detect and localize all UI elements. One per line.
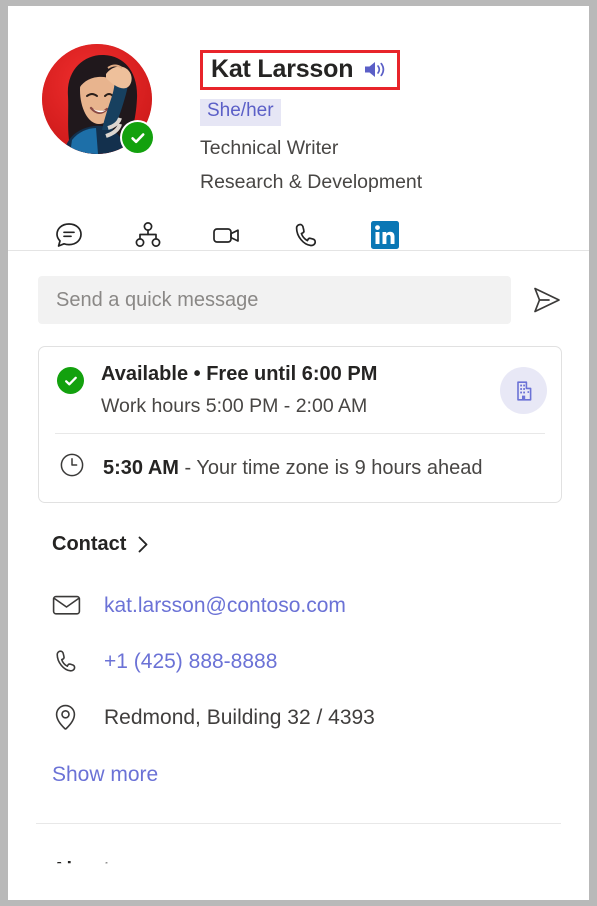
availability-text: Available • Free until 6:00 PM Work hour… [101, 363, 500, 417]
next-section-peek: About [8, 860, 589, 874]
contact-title: Contact [52, 533, 127, 556]
availability-status: Available • Free until 6:00 PM [101, 363, 378, 385]
name-annotation-highlight: Kat Larsson [200, 50, 401, 90]
quick-message-row [8, 251, 589, 324]
chat-icon[interactable] [52, 218, 86, 252]
timezone-note: - Your time zone is 9 hours ahead [178, 456, 483, 479]
clock-icon [58, 451, 86, 484]
phone-call-icon[interactable] [289, 218, 323, 252]
avatar[interactable] [42, 44, 155, 155]
send-arrow-icon [534, 287, 560, 313]
phone-icon [52, 647, 82, 675]
contact-item-location: Redmond, Building 32 / 4393 [8, 689, 589, 745]
identity-block: Kat Larsson She/her Technical Writer Res… [200, 50, 579, 193]
timezone-row: 5:30 AM - Your time zone is 9 hours ahea… [39, 434, 561, 502]
contact-location-value: Redmond, Building 32 / 4393 [104, 705, 375, 729]
mail-icon [52, 593, 82, 617]
checkmark-icon [130, 132, 144, 143]
quick-message-input[interactable] [38, 276, 511, 324]
department: Research & Development [200, 171, 423, 194]
location-pin-icon [52, 703, 82, 732]
presence-badge-available [120, 120, 155, 155]
contact-section-header[interactable]: Contact [52, 533, 151, 556]
org-chart-icon[interactable] [131, 218, 165, 252]
contact-item-email[interactable]: kat.larsson@contoso.com [8, 577, 589, 633]
profile-card-window: Kat Larsson She/her Technical Writer Res… [8, 6, 589, 900]
action-button-row [52, 218, 402, 252]
speaker-sound-icon[interactable] [362, 58, 387, 81]
status-card: Available • Free until 6:00 PM Work hour… [38, 346, 562, 504]
timezone-text: 5:30 AM - Your time zone is 9 hours ahea… [103, 458, 482, 478]
availability-row: Available • Free until 6:00 PM Work hour… [39, 347, 561, 433]
local-time: 5:30 AM [103, 456, 179, 479]
send-message-button[interactable] [527, 280, 567, 320]
job-title: Technical Writer [200, 136, 339, 159]
building-icon [500, 367, 547, 414]
contact-item-phone[interactable]: +1 (425) 888-8888 [8, 633, 589, 689]
presence-available-dot [122, 122, 153, 153]
contact-email-value[interactable]: kat.larsson@contoso.com [104, 594, 346, 617]
pronouns-badge: She/her [200, 99, 281, 126]
checkmark-icon [64, 376, 77, 385]
page-title: Kat Larsson [211, 55, 354, 83]
show-more-link[interactable]: Show more [52, 763, 158, 787]
presence-available-icon [57, 367, 84, 394]
contact-phone-value[interactable]: +1 (425) 888-8888 [104, 650, 277, 673]
video-call-icon[interactable] [210, 218, 244, 252]
next-section-title: About [52, 860, 110, 875]
profile-header: Kat Larsson She/her Technical Writer Res… [8, 6, 589, 250]
contact-list: kat.larsson@contoso.com +1 (425) 888-888… [8, 577, 589, 745]
chevron-right-icon [136, 535, 151, 554]
work-hours: Work hours 5:00 PM - 2:00 AM [101, 395, 368, 417]
pronouns-row: She/her [200, 99, 579, 126]
linkedin-icon[interactable] [368, 218, 402, 252]
contact-section-divider [36, 823, 561, 825]
